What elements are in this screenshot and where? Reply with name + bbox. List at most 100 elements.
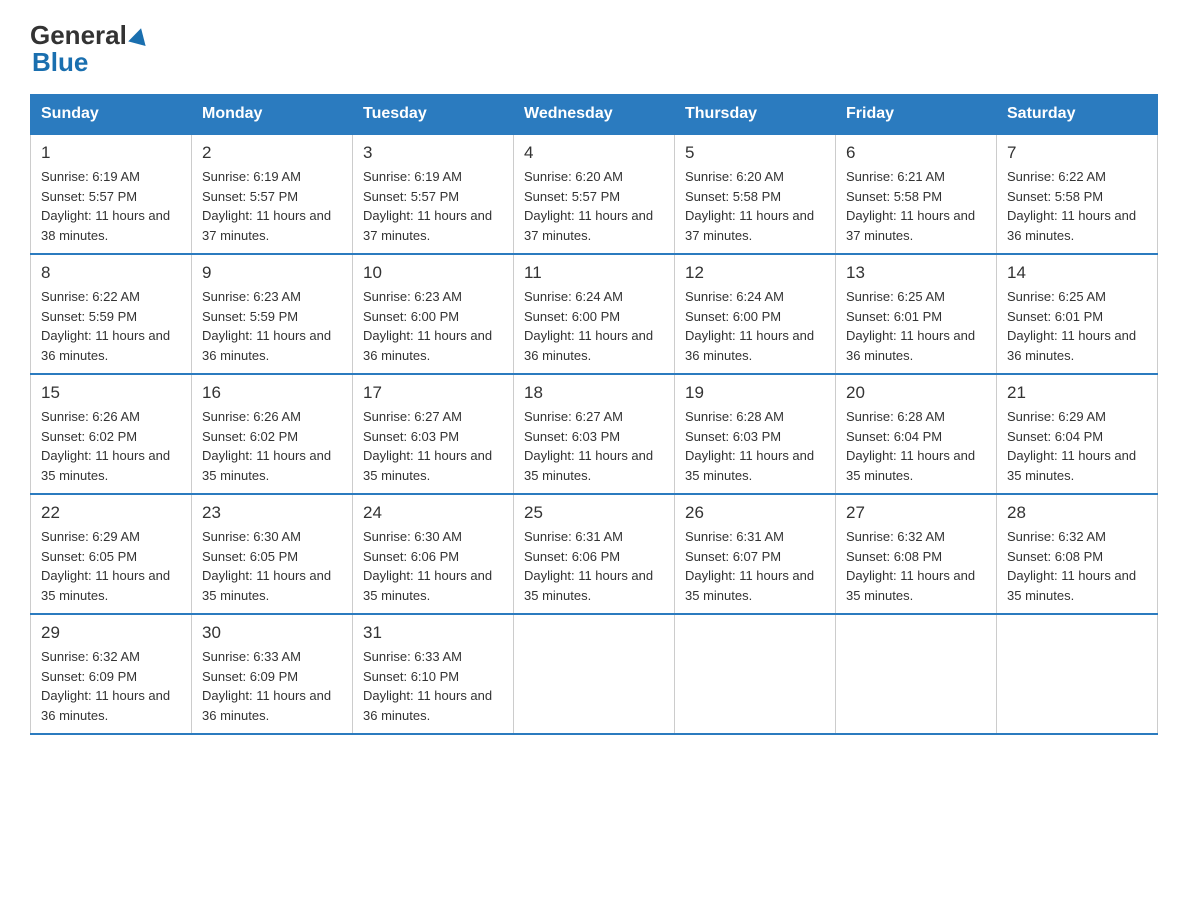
- day-number: 9: [202, 263, 342, 283]
- day-info: Sunrise: 6:29 AM Sunset: 6:05 PM Dayligh…: [41, 527, 181, 605]
- page-header: General Blue: [30, 20, 1158, 78]
- day-number: 3: [363, 143, 503, 163]
- day-info: Sunrise: 6:25 AM Sunset: 6:01 PM Dayligh…: [1007, 287, 1147, 365]
- day-info: Sunrise: 6:25 AM Sunset: 6:01 PM Dayligh…: [846, 287, 986, 365]
- day-info: Sunrise: 6:27 AM Sunset: 6:03 PM Dayligh…: [363, 407, 503, 485]
- day-info: Sunrise: 6:33 AM Sunset: 6:09 PM Dayligh…: [202, 647, 342, 725]
- day-number: 8: [41, 263, 181, 283]
- calendar-cell: 2 Sunrise: 6:19 AM Sunset: 5:57 PM Dayli…: [192, 134, 353, 254]
- day-info: Sunrise: 6:19 AM Sunset: 5:57 PM Dayligh…: [41, 167, 181, 245]
- day-info: Sunrise: 6:23 AM Sunset: 6:00 PM Dayligh…: [363, 287, 503, 365]
- calendar-table: SundayMondayTuesdayWednesdayThursdayFrid…: [30, 94, 1158, 735]
- calendar-cell: [997, 614, 1158, 734]
- day-info: Sunrise: 6:32 AM Sunset: 6:08 PM Dayligh…: [846, 527, 986, 605]
- header-monday: Monday: [192, 95, 353, 135]
- day-info: Sunrise: 6:22 AM Sunset: 5:58 PM Dayligh…: [1007, 167, 1147, 245]
- day-number: 10: [363, 263, 503, 283]
- day-info: Sunrise: 6:31 AM Sunset: 6:06 PM Dayligh…: [524, 527, 664, 605]
- calendar-cell: 16 Sunrise: 6:26 AM Sunset: 6:02 PM Dayl…: [192, 374, 353, 494]
- day-info: Sunrise: 6:20 AM Sunset: 5:57 PM Dayligh…: [524, 167, 664, 245]
- day-number: 14: [1007, 263, 1147, 283]
- day-number: 4: [524, 143, 664, 163]
- day-number: 6: [846, 143, 986, 163]
- day-info: Sunrise: 6:26 AM Sunset: 6:02 PM Dayligh…: [41, 407, 181, 485]
- header-tuesday: Tuesday: [353, 95, 514, 135]
- calendar-cell: 14 Sunrise: 6:25 AM Sunset: 6:01 PM Dayl…: [997, 254, 1158, 374]
- day-number: 17: [363, 383, 503, 403]
- calendar-cell: 17 Sunrise: 6:27 AM Sunset: 6:03 PM Dayl…: [353, 374, 514, 494]
- day-number: 27: [846, 503, 986, 523]
- day-number: 29: [41, 623, 181, 643]
- calendar-cell: 4 Sunrise: 6:20 AM Sunset: 5:57 PM Dayli…: [514, 134, 675, 254]
- day-info: Sunrise: 6:30 AM Sunset: 6:06 PM Dayligh…: [363, 527, 503, 605]
- header-sunday: Sunday: [31, 95, 192, 135]
- calendar-cell: 8 Sunrise: 6:22 AM Sunset: 5:59 PM Dayli…: [31, 254, 192, 374]
- day-info: Sunrise: 6:19 AM Sunset: 5:57 PM Dayligh…: [363, 167, 503, 245]
- day-info: Sunrise: 6:27 AM Sunset: 6:03 PM Dayligh…: [524, 407, 664, 485]
- day-number: 30: [202, 623, 342, 643]
- calendar-cell: 30 Sunrise: 6:33 AM Sunset: 6:09 PM Dayl…: [192, 614, 353, 734]
- logo: General Blue: [30, 20, 151, 78]
- calendar-cell: 23 Sunrise: 6:30 AM Sunset: 6:05 PM Dayl…: [192, 494, 353, 614]
- day-info: Sunrise: 6:20 AM Sunset: 5:58 PM Dayligh…: [685, 167, 825, 245]
- calendar-cell: 11 Sunrise: 6:24 AM Sunset: 6:00 PM Dayl…: [514, 254, 675, 374]
- day-info: Sunrise: 6:33 AM Sunset: 6:10 PM Dayligh…: [363, 647, 503, 725]
- day-info: Sunrise: 6:28 AM Sunset: 6:04 PM Dayligh…: [846, 407, 986, 485]
- day-number: 1: [41, 143, 181, 163]
- day-number: 26: [685, 503, 825, 523]
- calendar-cell: 6 Sunrise: 6:21 AM Sunset: 5:58 PM Dayli…: [836, 134, 997, 254]
- day-info: Sunrise: 6:22 AM Sunset: 5:59 PM Dayligh…: [41, 287, 181, 365]
- calendar-cell: 31 Sunrise: 6:33 AM Sunset: 6:10 PM Dayl…: [353, 614, 514, 734]
- day-number: 15: [41, 383, 181, 403]
- calendar-cell: 29 Sunrise: 6:32 AM Sunset: 6:09 PM Dayl…: [31, 614, 192, 734]
- day-info: Sunrise: 6:31 AM Sunset: 6:07 PM Dayligh…: [685, 527, 825, 605]
- calendar-cell: 13 Sunrise: 6:25 AM Sunset: 6:01 PM Dayl…: [836, 254, 997, 374]
- calendar-cell: 18 Sunrise: 6:27 AM Sunset: 6:03 PM Dayl…: [514, 374, 675, 494]
- calendar-cell: 9 Sunrise: 6:23 AM Sunset: 5:59 PM Dayli…: [192, 254, 353, 374]
- calendar-cell: 26 Sunrise: 6:31 AM Sunset: 6:07 PM Dayl…: [675, 494, 836, 614]
- calendar-cell: 24 Sunrise: 6:30 AM Sunset: 6:06 PM Dayl…: [353, 494, 514, 614]
- day-info: Sunrise: 6:29 AM Sunset: 6:04 PM Dayligh…: [1007, 407, 1147, 485]
- day-info: Sunrise: 6:32 AM Sunset: 6:08 PM Dayligh…: [1007, 527, 1147, 605]
- day-number: 13: [846, 263, 986, 283]
- calendar-cell: 19 Sunrise: 6:28 AM Sunset: 6:03 PM Dayl…: [675, 374, 836, 494]
- day-number: 2: [202, 143, 342, 163]
- calendar-cell: 5 Sunrise: 6:20 AM Sunset: 5:58 PM Dayli…: [675, 134, 836, 254]
- day-info: Sunrise: 6:32 AM Sunset: 6:09 PM Dayligh…: [41, 647, 181, 725]
- header-saturday: Saturday: [997, 95, 1158, 135]
- calendar-cell: 15 Sunrise: 6:26 AM Sunset: 6:02 PM Dayl…: [31, 374, 192, 494]
- day-number: 28: [1007, 503, 1147, 523]
- day-info: Sunrise: 6:24 AM Sunset: 6:00 PM Dayligh…: [524, 287, 664, 365]
- calendar-cell: [836, 614, 997, 734]
- calendar-cell: 27 Sunrise: 6:32 AM Sunset: 6:08 PM Dayl…: [836, 494, 997, 614]
- logo-blue-text: Blue: [32, 47, 88, 78]
- day-number: 31: [363, 623, 503, 643]
- logo-triangle-icon: [128, 25, 150, 45]
- calendar-cell: [514, 614, 675, 734]
- day-info: Sunrise: 6:26 AM Sunset: 6:02 PM Dayligh…: [202, 407, 342, 485]
- day-number: 18: [524, 383, 664, 403]
- calendar-cell: 3 Sunrise: 6:19 AM Sunset: 5:57 PM Dayli…: [353, 134, 514, 254]
- day-info: Sunrise: 6:28 AM Sunset: 6:03 PM Dayligh…: [685, 407, 825, 485]
- day-number: 24: [363, 503, 503, 523]
- calendar-cell: 22 Sunrise: 6:29 AM Sunset: 6:05 PM Dayl…: [31, 494, 192, 614]
- calendar-cell: 10 Sunrise: 6:23 AM Sunset: 6:00 PM Dayl…: [353, 254, 514, 374]
- day-info: Sunrise: 6:30 AM Sunset: 6:05 PM Dayligh…: [202, 527, 342, 605]
- calendar-cell: 1 Sunrise: 6:19 AM Sunset: 5:57 PM Dayli…: [31, 134, 192, 254]
- day-number: 22: [41, 503, 181, 523]
- calendar-cell: 21 Sunrise: 6:29 AM Sunset: 6:04 PM Dayl…: [997, 374, 1158, 494]
- calendar-cell: 12 Sunrise: 6:24 AM Sunset: 6:00 PM Dayl…: [675, 254, 836, 374]
- day-info: Sunrise: 6:21 AM Sunset: 5:58 PM Dayligh…: [846, 167, 986, 245]
- day-info: Sunrise: 6:23 AM Sunset: 5:59 PM Dayligh…: [202, 287, 342, 365]
- day-number: 12: [685, 263, 825, 283]
- calendar-cell: 7 Sunrise: 6:22 AM Sunset: 5:58 PM Dayli…: [997, 134, 1158, 254]
- day-number: 11: [524, 263, 664, 283]
- calendar-cell: 20 Sunrise: 6:28 AM Sunset: 6:04 PM Dayl…: [836, 374, 997, 494]
- day-number: 7: [1007, 143, 1147, 163]
- header-friday: Friday: [836, 95, 997, 135]
- calendar-cell: 28 Sunrise: 6:32 AM Sunset: 6:08 PM Dayl…: [997, 494, 1158, 614]
- header-thursday: Thursday: [675, 95, 836, 135]
- day-info: Sunrise: 6:24 AM Sunset: 6:00 PM Dayligh…: [685, 287, 825, 365]
- day-info: Sunrise: 6:19 AM Sunset: 5:57 PM Dayligh…: [202, 167, 342, 245]
- header-wednesday: Wednesday: [514, 95, 675, 135]
